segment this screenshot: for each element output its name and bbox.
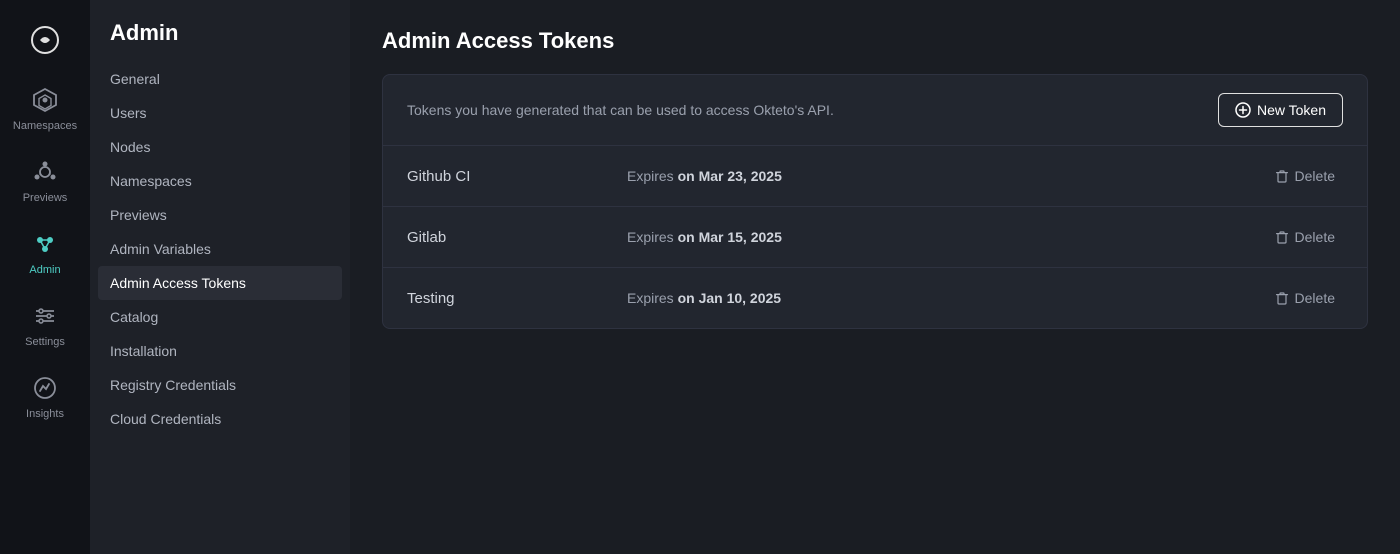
settings-label: Settings <box>25 336 65 348</box>
sidebar-item-previews[interactable]: Previews <box>0 144 90 216</box>
nav-item-previews[interactable]: Previews <box>90 198 350 232</box>
token-name: Gitlab <box>407 229 627 246</box>
admin-label: Admin <box>29 264 60 276</box>
insights-icon <box>29 372 61 404</box>
trash-icon <box>1275 291 1289 305</box>
namespaces-icon <box>29 84 61 116</box>
delete-button-gitlab[interactable]: Delete <box>1267 225 1343 249</box>
nav-item-admin-variables[interactable]: Admin Variables <box>90 232 350 266</box>
icon-sidebar: Namespaces Previews <box>0 0 90 554</box>
new-token-button[interactable]: New Token <box>1218 93 1343 127</box>
delete-button-github-ci[interactable]: Delete <box>1267 164 1343 188</box>
main-content: Admin Access Tokens Tokens you have gene… <box>350 0 1400 554</box>
nav-item-catalog[interactable]: Catalog <box>90 300 350 334</box>
insights-label: Insights <box>26 408 64 420</box>
token-expires: Expires on Mar 23, 2025 <box>627 168 1267 184</box>
token-info-row: Tokens you have generated that can be us… <box>383 75 1367 146</box>
nav-item-namespaces[interactable]: Namespaces <box>90 164 350 198</box>
tokens-card: Tokens you have generated that can be us… <box>382 74 1368 329</box>
sidebar-item-admin[interactable]: Admin <box>0 216 90 288</box>
table-row: Github CI Expires on Mar 23, 2025 Delete <box>383 146 1367 207</box>
nav-sidebar-title: Admin <box>90 20 350 62</box>
admin-icon <box>29 228 61 260</box>
previews-label: Previews <box>23 192 68 204</box>
previews-icon <box>29 156 61 188</box>
plus-circle-icon <box>1235 102 1251 118</box>
nav-item-registry-credentials[interactable]: Registry Credentials <box>90 368 350 402</box>
page-title: Admin Access Tokens <box>382 28 1368 54</box>
nav-item-users[interactable]: Users <box>90 96 350 130</box>
namespaces-label: Namespaces <box>13 120 77 132</box>
token-expires: Expires on Mar 15, 2025 <box>627 229 1267 245</box>
delete-button-testing[interactable]: Delete <box>1267 286 1343 310</box>
trash-icon <box>1275 230 1289 244</box>
token-name: Github CI <box>407 168 627 185</box>
trash-icon <box>1275 169 1289 183</box>
nav-sidebar: Admin General Users Nodes Namespaces Pre… <box>90 0 350 554</box>
nav-item-cloud-credentials[interactable]: Cloud Credentials <box>90 402 350 436</box>
table-row: Testing Expires on Jan 10, 2025 Delete <box>383 268 1367 328</box>
table-row: Gitlab Expires on Mar 15, 2025 Delete <box>383 207 1367 268</box>
settings-icon <box>29 300 61 332</box>
sidebar-item-insights[interactable]: Insights <box>0 360 90 432</box>
token-expires: Expires on Jan 10, 2025 <box>627 290 1267 306</box>
nav-item-admin-access-tokens[interactable]: Admin Access Tokens <box>98 266 342 300</box>
token-info-text: Tokens you have generated that can be us… <box>407 102 834 118</box>
token-name: Testing <box>407 290 627 307</box>
nav-item-installation[interactable]: Installation <box>90 334 350 368</box>
nav-item-general[interactable]: General <box>90 62 350 96</box>
logo-icon <box>29 24 61 56</box>
new-token-btn-label: New Token <box>1257 102 1326 118</box>
sidebar-item-namespaces[interactable]: Namespaces <box>0 72 90 144</box>
nav-item-nodes[interactable]: Nodes <box>90 130 350 164</box>
sidebar-item-settings[interactable]: Settings <box>0 288 90 360</box>
sidebar-logo[interactable] <box>0 12 90 72</box>
